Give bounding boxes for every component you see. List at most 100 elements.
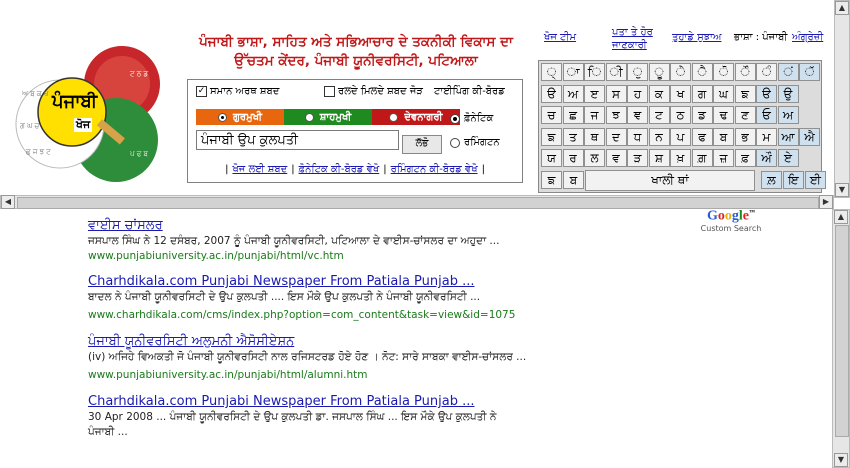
keyboard-key[interactable]: ਙ [734, 84, 756, 103]
nav-feedback[interactable]: ਤੁਹਾਡੇ ਸੁਝਾਅ [672, 32, 722, 43]
search-button[interactable]: ਲੱਭੋ [402, 135, 442, 154]
keyboard-key[interactable]: ਾ [562, 63, 584, 81]
same-meaning-checkbox[interactable]: ✓ ਸਮਾਨ ਅਰਥ ਸ਼ਬਦ [196, 86, 279, 97]
result-title-link[interactable]: ਵਾਈਸ ਚਾਂਸਲਰ [88, 218, 828, 234]
keyboard-key[interactable]: ਹ [627, 84, 648, 103]
keyboard-key[interactable]: ਪ [670, 127, 691, 146]
keyboard-key[interactable]: ਇ [783, 170, 804, 189]
result-title-link[interactable]: Charhdikala.com Punjabi Newspaper From P… [88, 394, 828, 410]
keyboard-key[interactable]: ਜ [584, 106, 605, 124]
keyboard-key[interactable]: ੇ [670, 63, 691, 81]
scroll-left-arrow-icon[interactable]: ◀ [1, 195, 15, 209]
keyboard-key[interactable]: ਭ [734, 127, 756, 146]
keyboard-key[interactable]: ਞ [627, 106, 648, 124]
keyboard-key[interactable]: ਬ [563, 170, 584, 189]
keyboard-key[interactable]: ਙ [541, 170, 562, 189]
scroll-right-arrow-icon[interactable]: ▶ [819, 195, 833, 209]
keyboard-key[interactable]: ਦ [605, 127, 627, 146]
keyboard-key[interactable]: ਙ [541, 127, 562, 146]
keyboard-key[interactable]: ਗ [691, 84, 713, 103]
keyboard-key[interactable]: ੱ [799, 63, 820, 81]
keyboard-key[interactable]: ਲ਼ [761, 170, 782, 189]
top-frame-vertical-scrollbar[interactable]: ▲ ▼ [834, 0, 850, 198]
keyboard-key[interactable]: ਟ [648, 106, 670, 124]
keyboard-key[interactable]: ਜ਼ [713, 149, 734, 167]
nav-english[interactable]: ਅੰਗ੍ਰੇਜ਼ੀ [792, 32, 823, 43]
results-vertical-scrollbar[interactable]: ▲ ▼ [832, 209, 850, 468]
result-title-link[interactable]: Charhdikala.com Punjabi Newspaper From P… [88, 274, 828, 290]
keyboard-key[interactable]: ਘ [713, 84, 734, 103]
keyboard-key[interactable]: ਝ [605, 106, 627, 124]
keyboard-key[interactable]: ਐ [799, 127, 820, 146]
keyboard-key[interactable]: ਛ [562, 106, 584, 124]
keyboard-key[interactable]: ੲ [584, 84, 605, 103]
keyboard-key[interactable]: ਅ [777, 106, 799, 124]
keyboard-key[interactable]: ੳ [541, 84, 562, 103]
keyboard-key[interactable]: ਮ [756, 127, 777, 146]
keyboard-key[interactable]: ਉ [777, 84, 799, 103]
keyboard-key[interactable]: ਲ [584, 149, 605, 167]
keyboard-key[interactable]: ਖ [670, 84, 691, 103]
keyboard-key[interactable]: ਧ [627, 127, 648, 146]
keyboard-key[interactable]: ੳ [756, 84, 777, 103]
keyboard-key[interactable]: ਫ਼ [734, 149, 756, 167]
keyboard-key[interactable]: ਖ਼ [670, 149, 691, 167]
keyboard-key[interactable]: ਏ [777, 149, 799, 167]
keyboard-key[interactable]: ਗ਼ [691, 149, 713, 167]
keyboard-key[interactable]: ਬ [713, 127, 734, 146]
keyboard-key[interactable]: ਠ [670, 106, 691, 124]
keyboard-key[interactable]: ਓ [756, 106, 777, 124]
keyboard-key[interactable]: ਥ [584, 127, 605, 146]
keyboard-key[interactable]: ਆ [777, 127, 799, 146]
keyboard-key[interactable]: ੁ [627, 63, 648, 81]
keyboard-key[interactable]: ੈ [691, 63, 713, 81]
keyboard-key[interactable]: ੜ [627, 149, 648, 167]
mixed-words-checkbox[interactable]: ਰਲਦੇ ਮਿਲਦੇ ਸ਼ਬਦ ਜੋੜ [324, 86, 423, 97]
phonetic-keyboard-link[interactable]: ਫ਼ੋਨੇਟਿਕ ਕੀ-ਬੋਰਡ ਵੇਖੋ [299, 164, 380, 175]
result-title-link[interactable]: ਪੰਜਾਬੀ ਯੂਨੀਵਰਸਿਟੀ ਅਲੁਮਨੀ ਐਸੋਸੀਏਸ਼ਨ [88, 334, 828, 350]
script-gurmukhi[interactable]: ਗੁਰਮੁਖੀ [196, 109, 284, 125]
keyboard-key[interactable]: ੌ [734, 63, 756, 81]
keyboard-key[interactable]: ਨ [648, 127, 670, 146]
keyboard-key[interactable]: ਡ [691, 106, 713, 124]
remington-radio[interactable]: ਰਮਿੰਗਟਨ [450, 137, 500, 148]
keyboard-key[interactable]: ਅ [562, 84, 584, 103]
keyboard-key[interactable]: ਕ [648, 84, 670, 103]
script-shahmukhi[interactable]: ਸ਼ਾਹਮੁਖੀ [284, 109, 372, 125]
keyboard-key[interactable]: ਸ਼ [648, 149, 670, 167]
scroll-up-arrow-icon[interactable]: ▲ [835, 1, 849, 15]
keyboard-key[interactable]: ਵ [605, 149, 627, 167]
keyboard-key[interactable]: ਢ [713, 106, 734, 124]
keyboard-key[interactable]: ਸ [605, 84, 627, 103]
keyboard-key[interactable]: ੍ [541, 63, 562, 81]
keyboard-key[interactable]: ਂ [777, 63, 799, 81]
keyboard-key[interactable]: ੋ [713, 63, 734, 81]
keyboard-key[interactable]: ਚ [541, 106, 562, 124]
remington-keyboard-link[interactable]: ਰਮਿੰਗਟਨ ਕੀ-ਬੋਰਡ ਵੇਖੋ [391, 164, 478, 175]
scrollbar-thumb[interactable] [835, 225, 849, 437]
search-input[interactable]: ਪੰਜਾਬੀ ਉਪ ਕੁਲਪਤੀ [196, 130, 399, 150]
nav-search-team[interactable]: ਖੋਜ ਟੀਮ [544, 32, 576, 43]
keyboard-key[interactable]: ਿ [584, 63, 605, 81]
result-item: ਪੰਜਾਬੀ ਯੂਨੀਵਰਸਿਟੀ ਅਲੁਮਨੀ ਐਸੋਸੀਏਸ਼ਨ (iv) … [88, 334, 828, 383]
scroll-down-arrow-icon[interactable]: ▼ [835, 183, 849, 197]
search-words-link[interactable]: ਖੋਜ ਲਈ ਸ਼ਬਦ [232, 164, 287, 175]
keyboard-key[interactable]: ਯ [541, 149, 562, 167]
scroll-down-arrow-icon[interactable]: ▼ [834, 453, 848, 467]
keyboard-key[interactable]: ਣ [734, 106, 756, 124]
keyboard-key[interactable]: ੀ [605, 63, 627, 81]
typing-keyboard-link[interactable]: ਟਾਈਪਿੰਗ ਕੀ-ਬੋਰਡ [434, 86, 505, 97]
keyboard-key[interactable]: ਔ [756, 149, 777, 167]
phonetic-radio[interactable]: ਫ਼ੋਨੇਟਿਕ [450, 113, 493, 124]
keyboard-key[interactable]: ਤ [562, 127, 584, 146]
script-devanagari[interactable]: ਦੇਵਨਾਗਰੀ [372, 109, 460, 125]
punjabi-khoj-logo[interactable]: ਅ ਬ ਕ ਖ ਗ ਘ ਚ ਛ ਜ ਝ ਟ ਟ ਠ ਡ ਪ ਫ ਬ ਪੰਜਾਬੀ ਖ… [12, 36, 180, 184]
nav-address[interactable]: ਪਤਾ ਤੇ ਹੋਰ ਜਾਣਕਾਰੀ [612, 26, 668, 52]
keyboard-key[interactable]: ਈ [805, 170, 826, 189]
keyboard-key[interactable]: ੂ [648, 63, 670, 81]
space-key[interactable]: ਖਾਲੀ ਥਾਂ [585, 170, 755, 191]
keyboard-key[interactable]: ਰ [562, 149, 584, 167]
keyboard-key[interactable]: ੰ [756, 63, 777, 81]
keyboard-key[interactable]: ਫ [691, 127, 713, 146]
scroll-up-arrow-icon[interactable]: ▲ [834, 210, 848, 224]
